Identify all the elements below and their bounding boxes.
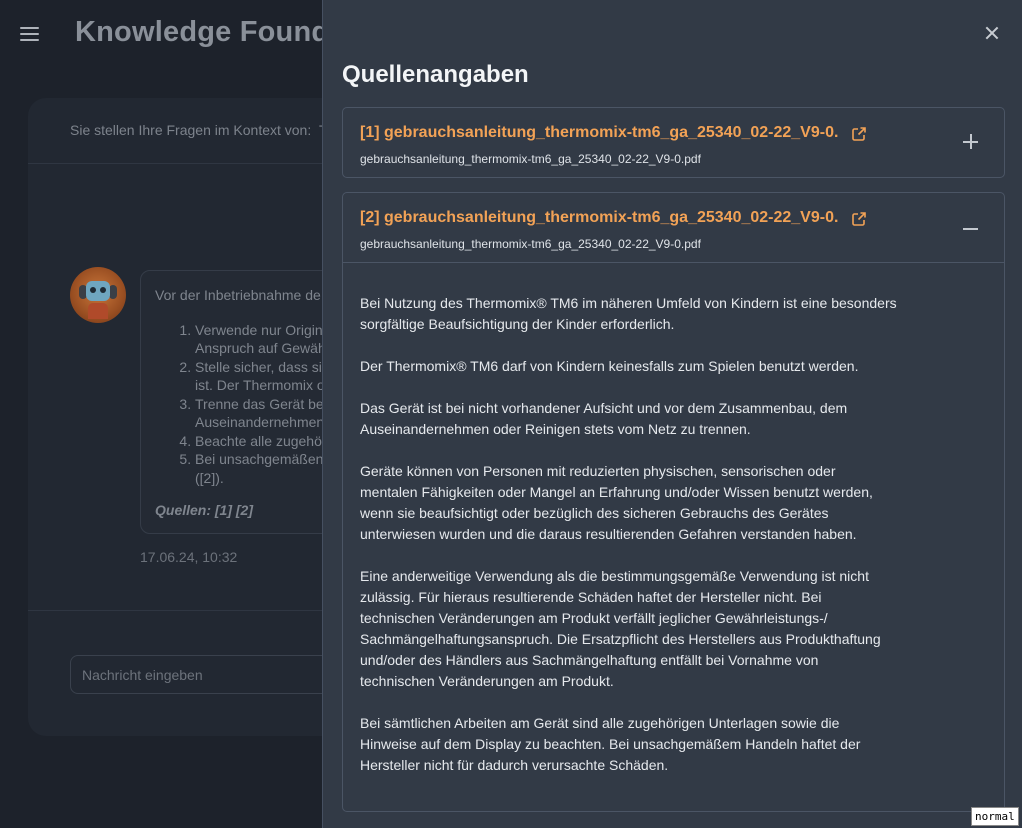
source-title[interactable]: [1] gebrauchsanleitung_thermomix-tm6_ga_… [360,124,838,142]
excerpt-paragraph: Bei sämtlichen Arbeiten am Gerät sind al… [360,715,861,773]
source-title[interactable]: [2] gebrauchsanleitung_thermomix-tm6_ga_… [360,209,838,227]
drawer-title: Quellenangaben [342,61,529,88]
robot-ear-icon [109,285,117,299]
source-accordion-2: [2] gebrauchsanleitung_thermomix-tm6_ga_… [342,192,1005,812]
external-link-icon[interactable] [851,211,867,227]
hamburger-menu-icon[interactable] [20,27,39,43]
source-accordion-1: [1] gebrauchsanleitung_thermomix-tm6_ga_… [342,107,1005,178]
excerpt-paragraph: Geräte können von Personen mit reduziert… [360,463,873,542]
source-filename: gebrauchsanleitung_thermomix-tm6_ga_2534… [360,237,701,251]
accordion-header[interactable]: [1] gebrauchsanleitung_thermomix-tm6_ga_… [343,108,1004,178]
assistant-avatar [70,267,126,323]
sources-drawer: Quellenangaben [1] gebrauchsanleitung_th… [322,0,1022,828]
context-label: Sie stellen Ihre Fragen im Kontext von: [70,122,312,138]
source-excerpt: Bei Nutzung des Thermomix® TM6 im nähere… [343,263,1004,776]
external-link-icon[interactable] [851,126,867,142]
excerpt-paragraph: Der Thermomix® TM6 darf von Kindern kein… [360,358,859,374]
close-icon[interactable] [983,24,1001,42]
accordion-header[interactable]: [2] gebrauchsanleitung_thermomix-tm6_ga_… [343,193,1004,263]
expand-plus-icon[interactable] [963,134,979,150]
robot-body-icon [88,303,108,319]
source-filename: gebrauchsanleitung_thermomix-tm6_ga_2534… [360,152,701,166]
mode-tag: normal [971,807,1019,826]
collapse-minus-icon[interactable] [963,219,979,235]
excerpt-paragraph: Eine anderweitige Verwendung als die bes… [360,568,881,689]
excerpt-paragraph: Das Gerät ist bei nicht vorhandener Aufs… [360,400,848,437]
excerpt-paragraph: Bei Nutzung des Thermomix® TM6 im nähere… [360,295,897,332]
message-timestamp: 17.06.24, 10:32 [140,549,238,565]
robot-head-icon [86,281,110,301]
